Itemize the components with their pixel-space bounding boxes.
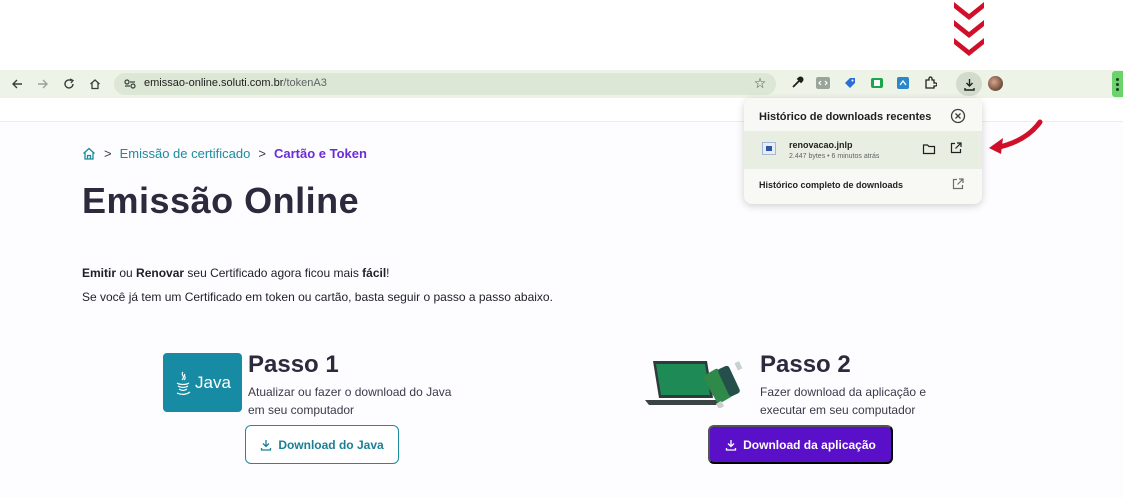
- intro-line-1: Emitir ou Renovar seu Certificado agora …: [82, 266, 390, 280]
- breadcrumb-separator: >: [104, 146, 112, 161]
- download-file-meta: 2.447 bytes • 6 minutos atrás: [789, 153, 880, 160]
- reload-icon[interactable]: [60, 75, 78, 93]
- annotation-chevrons-icon: [954, 2, 984, 56]
- forward-arrow-icon[interactable]: [34, 75, 52, 93]
- home-icon[interactable]: [86, 75, 104, 93]
- file-icon: [762, 142, 776, 155]
- download-app-button[interactable]: Download da aplicação: [708, 425, 893, 464]
- url-host: emissao-online.soluti.com.br: [144, 77, 284, 89]
- java-logo: Java: [163, 353, 242, 412]
- profile-avatar[interactable]: [988, 76, 1003, 91]
- intro-line-2: Se você já tem um Certificado em token o…: [82, 290, 553, 304]
- step-2-title: Passo 2: [760, 351, 851, 378]
- downloads-panel: Histórico de downloads recentes renovaca…: [744, 98, 982, 204]
- annotation-arrow-icon: [989, 119, 1043, 154]
- url-path: /tokenA3: [283, 77, 327, 89]
- url-text[interactable]: emissao-online.soluti.com.br/tokenA3: [144, 77, 327, 89]
- laptop-token-illustration: [645, 361, 743, 408]
- folder-icon[interactable]: [922, 142, 936, 156]
- bookmark-star-icon[interactable]: ☆: [752, 75, 768, 91]
- sheet-icon[interactable]: [870, 76, 884, 90]
- breadcrumb-current: Cartão e Token: [273, 146, 367, 161]
- download-icon: [963, 78, 975, 91]
- code-icon[interactable]: [816, 76, 830, 90]
- java-cup-icon: [176, 371, 191, 395]
- home-icon[interactable]: [82, 147, 96, 160]
- download-file-name: renovacao.jnlp: [789, 140, 853, 150]
- eyedropper-icon[interactable]: [790, 76, 804, 90]
- download-java-button[interactable]: Download do Java: [245, 425, 399, 464]
- step-1-desc: Atualizar ou fazer o download do Java em …: [248, 385, 452, 417]
- close-icon[interactable]: [950, 108, 966, 124]
- back-arrow-icon[interactable]: [8, 75, 26, 93]
- downloads-panel-title: Histórico de downloads recentes: [759, 111, 932, 123]
- full-download-history-link[interactable]: Histórico completo de downloads: [759, 180, 903, 190]
- breadcrumb: > Emissão de certificado > Cartão e Toke…: [82, 146, 367, 161]
- download-item[interactable]: renovacao.jnlp 2.447 bytes • 6 minutos a…: [744, 131, 982, 169]
- download-icon: [261, 439, 272, 451]
- extensions-puzzle-icon[interactable]: [923, 76, 937, 90]
- download-button[interactable]: [956, 72, 982, 96]
- step-2-desc: Fazer download da aplicação e executar em…: [760, 385, 927, 417]
- screenshot-icon[interactable]: [896, 76, 910, 90]
- tag-icon[interactable]: [843, 76, 857, 90]
- site-settings-icon[interactable]: [122, 76, 138, 92]
- open-external-icon[interactable]: [949, 141, 963, 155]
- breadcrumb-link-emissao[interactable]: Emissão de certificado: [120, 146, 251, 161]
- breadcrumb-separator: >: [258, 146, 266, 161]
- open-external-icon[interactable]: [951, 177, 965, 191]
- download-icon: [725, 439, 737, 451]
- java-logo-text: Java: [195, 372, 231, 392]
- page-title: Emissão Online: [82, 180, 360, 221]
- more-menu-icon[interactable]: [1112, 71, 1123, 97]
- step-1-title: Passo 1: [248, 351, 339, 378]
